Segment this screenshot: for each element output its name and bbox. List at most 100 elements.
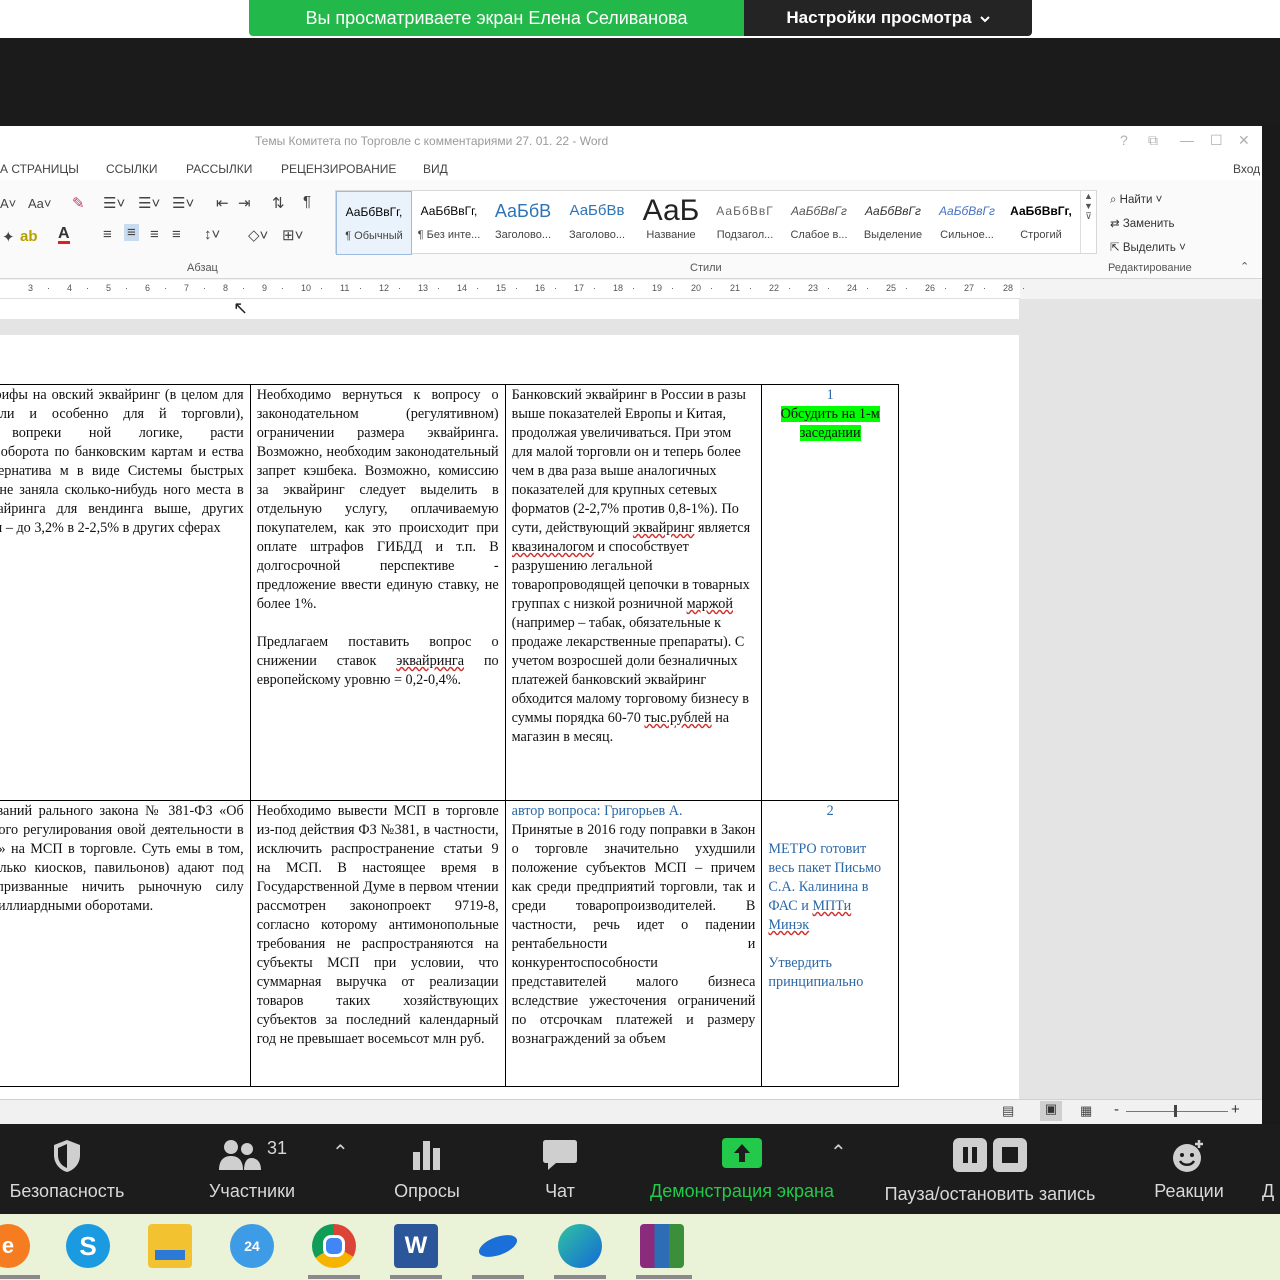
style-intense-emphasis[interactable]: АаБбВвГг Сильное... bbox=[930, 191, 1004, 253]
help-icon[interactable]: ? bbox=[1120, 132, 1128, 148]
ruler-tick-mark: · bbox=[320, 283, 323, 293]
mouse-cursor-icon: ↖ bbox=[233, 298, 249, 318]
more-button[interactable]: Д bbox=[1262, 1124, 1280, 1214]
table-cell[interactable]: остранение требований рального закона № … bbox=[0, 800, 251, 1087]
style-heading-1[interactable]: АаБбВ Заголово... bbox=[486, 191, 560, 253]
collapse-ribbon-icon[interactable]: ⌃ bbox=[1240, 260, 1249, 273]
bitrix24-icon[interactable]: 24 bbox=[230, 1224, 274, 1268]
align-right-icon[interactable]: ≡ bbox=[150, 226, 159, 243]
tab-review[interactable]: РЕЦЕНЗИРОВАНИЕ bbox=[281, 162, 396, 176]
table-cell[interactable]: 2 МЕТРО готовит весь пакет Письмо С.А. К… bbox=[761, 800, 899, 1087]
ruler-tick-label: 14 bbox=[457, 283, 468, 293]
table-cell[interactable]: 1 Обсудить на 1-м заседании bbox=[761, 384, 899, 801]
font-size-icon[interactable]: A˅ bbox=[0, 196, 16, 211]
word-icon[interactable]: W bbox=[394, 1224, 438, 1268]
active-indicator bbox=[472, 1275, 524, 1279]
multilevel-list-icon[interactable]: ☰˅ bbox=[172, 194, 194, 212]
participants-button[interactable]: 31 Участники bbox=[196, 1124, 308, 1214]
select-button[interactable]: ⇱ Выделить ˅ bbox=[1110, 236, 1186, 260]
chrome-icon[interactable] bbox=[312, 1224, 356, 1268]
close-icon[interactable]: ✕ bbox=[1238, 132, 1250, 149]
table-cell[interactable]: Необходимо вернуться к вопросу о законод… bbox=[249, 384, 506, 801]
document-page[interactable]: ально высокие тарифы на овский эквайринг… bbox=[0, 335, 1019, 1105]
zoom-slider[interactable] bbox=[1126, 1111, 1228, 1112]
line-spacing-icon[interactable]: ↕˅ bbox=[204, 226, 220, 243]
table-cell[interactable]: ально высокие тарифы на овский эквайринг… bbox=[0, 384, 251, 801]
security-button[interactable]: Безопасность bbox=[0, 1124, 134, 1214]
browser-app-icon[interactable]: e bbox=[0, 1224, 30, 1268]
style-emphasis[interactable]: АаБбВвГг Выделение bbox=[856, 191, 930, 253]
winrar-icon[interactable] bbox=[640, 1224, 684, 1268]
ribbon-display-icon[interactable]: ⧉ bbox=[1148, 132, 1158, 149]
text-highlight-icon[interactable]: ab bbox=[20, 228, 38, 245]
zoom-slider-thumb[interactable] bbox=[1174, 1105, 1177, 1117]
style-subtitle[interactable]: АаБбВвГ Подзагол... bbox=[708, 191, 782, 253]
maximize-icon[interactable]: ☐ bbox=[1210, 132, 1223, 149]
replace-button[interactable]: ⇄ Заменить bbox=[1110, 212, 1186, 236]
clear-format-icon[interactable]: ✎ bbox=[72, 194, 85, 212]
styles-scroll[interactable]: ▲ ▼ ⊽ bbox=[1080, 191, 1096, 253]
horizontal-ruler[interactable]: 3 · 4 · 5 · 6 · 7 · 8 · 9 · 10 · 11 · 12 · 13 · 14 · 15 · 16 · 17 · 18… bbox=[0, 280, 1025, 299]
show-marks-icon[interactable]: ¶ bbox=[303, 193, 311, 210]
ruler-tick-mark: · bbox=[359, 283, 362, 293]
style-normal[interactable]: АаБбВвГг, ¶ Обычный bbox=[336, 191, 412, 255]
justify-icon[interactable]: ≡ bbox=[172, 226, 181, 243]
numbering-icon[interactable]: ☰˅ bbox=[138, 194, 160, 212]
table-cell[interactable]: Банковский эквайринг в России в разы выш… bbox=[504, 384, 763, 801]
zoom-in-icon[interactable]: + bbox=[1231, 1101, 1240, 1118]
align-center-icon[interactable]: ≡ bbox=[124, 224, 139, 241]
zoom-out-icon[interactable]: - bbox=[1114, 1101, 1119, 1118]
tab-mailings[interactable]: РАССЫЛКИ bbox=[186, 162, 252, 176]
increase-indent-icon[interactable]: ⇥ bbox=[238, 194, 251, 212]
windows-taskbar: e S 24 W bbox=[0, 1214, 1280, 1280]
font-color-icon[interactable]: A bbox=[58, 226, 70, 244]
borders-icon[interactable]: ⊞˅ bbox=[282, 226, 303, 244]
ruler-tick-mark: · bbox=[47, 283, 50, 293]
style-no-spacing[interactable]: АаБбВвГг, ¶ Без инте... bbox=[412, 191, 486, 253]
skype-icon[interactable]: S bbox=[66, 1224, 110, 1268]
tab-references[interactable]: ССЫЛКИ bbox=[106, 162, 157, 176]
file-explorer-icon[interactable] bbox=[148, 1224, 192, 1268]
ruler-tick-label: 13 bbox=[418, 283, 429, 293]
align-left-icon[interactable]: ≡ bbox=[103, 226, 112, 243]
reactions-button[interactable]: Реакции bbox=[1146, 1124, 1232, 1214]
chat-button[interactable]: Чат bbox=[520, 1124, 600, 1214]
highlight-color-icon[interactable]: ✦ bbox=[2, 228, 15, 246]
tab-view[interactable]: ВИД bbox=[423, 162, 448, 176]
word-status-bar: ▤ ▣ ▦ - + bbox=[0, 1099, 1262, 1124]
share-screen-button[interactable]: Демонстрация экрана bbox=[636, 1124, 848, 1214]
style-strong[interactable]: АаБбВвГг, Строгий bbox=[1004, 191, 1078, 253]
sort-icon[interactable]: ⇅ bbox=[272, 194, 285, 212]
paragraph-group-label: Абзац bbox=[187, 262, 218, 274]
read-mode-icon[interactable]: ▤ bbox=[1002, 1103, 1014, 1119]
table-cell[interactable]: Необходимо вывести МСП в торговле из-под… bbox=[249, 800, 506, 1087]
ruler-tick-label: 28 bbox=[1003, 283, 1014, 293]
change-case-icon[interactable]: Aa˅ bbox=[28, 196, 52, 211]
login-link[interactable]: Вход bbox=[1233, 162, 1260, 176]
participants-chevron-up-icon[interactable]: ⌃ bbox=[332, 1140, 349, 1165]
edge-icon[interactable] bbox=[558, 1224, 602, 1268]
shading-icon[interactable]: ◇˅ bbox=[248, 226, 268, 244]
style-heading-2[interactable]: АаБбВв Заголово... bbox=[560, 191, 634, 253]
ruler-tick-label: 8 bbox=[223, 283, 229, 293]
zoom-icon[interactable] bbox=[476, 1224, 520, 1268]
share-chevron-up-icon[interactable]: ⌃ bbox=[830, 1140, 847, 1165]
ruler-tick-label: 18 bbox=[613, 283, 624, 293]
view-settings-button[interactable]: Настройки просмотра bbox=[744, 0, 1032, 36]
binoculars-icon: ⌕ bbox=[1110, 194, 1117, 206]
decrease-indent-icon[interactable]: ⇤ bbox=[216, 194, 229, 212]
polls-button[interactable]: Опросы bbox=[382, 1124, 472, 1214]
web-layout-icon[interactable]: ▦ bbox=[1080, 1103, 1092, 1119]
bullets-icon[interactable]: ☰˅ bbox=[103, 194, 125, 212]
table-cell[interactable]: автор вопроса: Григорьев А. Принятые в 2… bbox=[504, 800, 763, 1087]
style-title[interactable]: АаБ Название bbox=[634, 191, 708, 253]
editing-group-label: Редактирование bbox=[1108, 262, 1192, 274]
tab-page-layout[interactable]: А СТРАНИЦЫ bbox=[0, 162, 79, 176]
minimize-icon[interactable]: — bbox=[1180, 132, 1194, 148]
pause-stop-record-button[interactable]: Пауза/остановить запись bbox=[868, 1124, 1112, 1214]
print-layout-icon[interactable]: ▣ bbox=[1040, 1101, 1062, 1121]
ruler-tick-label: 9 bbox=[262, 283, 268, 293]
find-button[interactable]: ⌕ Найти ˅ bbox=[1110, 188, 1186, 212]
view-settings-label: Настройки просмотра bbox=[786, 8, 972, 27]
style-subtle-emphasis[interactable]: АаБбВвГг Слабое в... bbox=[782, 191, 856, 253]
